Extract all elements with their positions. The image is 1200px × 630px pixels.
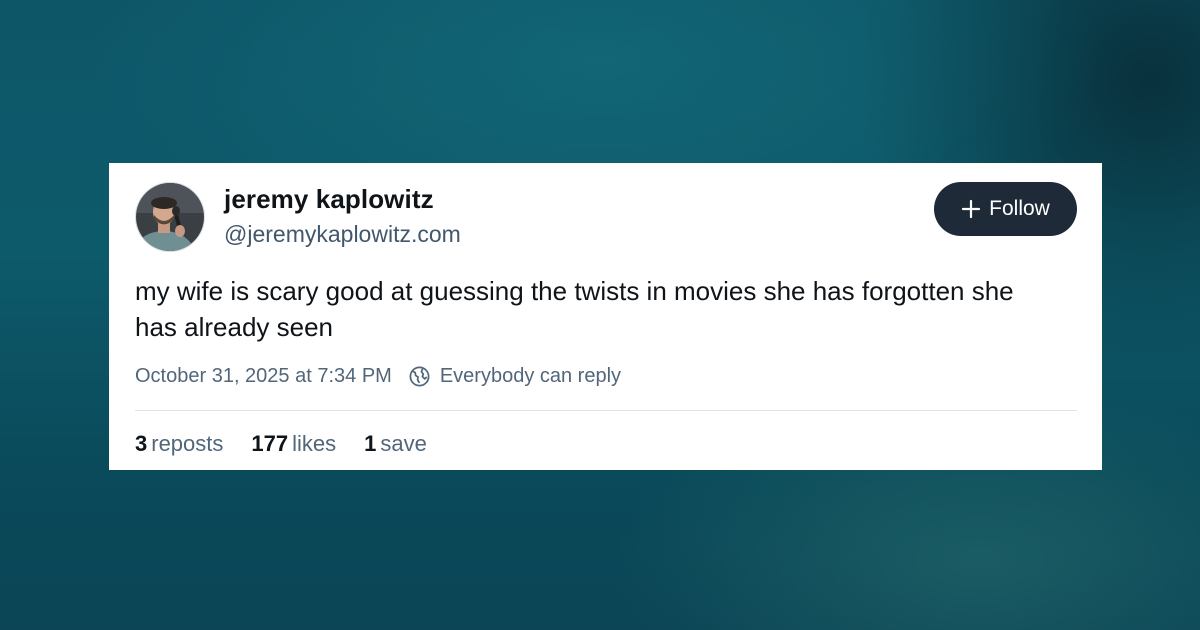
post-text: my wife is scary good at guessing the tw…	[135, 276, 1014, 342]
author-handle[interactable]: @jeremykaplowitz.com	[224, 221, 461, 248]
saves-label: save	[380, 431, 427, 456]
globe-icon	[408, 365, 431, 388]
avatar[interactable]	[135, 182, 205, 252]
reposts-stat[interactable]: 3 reposts	[135, 431, 223, 457]
follow-button[interactable]: Follow	[934, 182, 1077, 236]
likes-stat[interactable]: 177 likes	[251, 431, 336, 457]
post-timestamp[interactable]: October 31, 2025 at 7:34 PM	[135, 365, 392, 388]
divider	[135, 410, 1077, 411]
reply-setting-label: Everybody can reply	[439, 365, 622, 387]
plus-icon	[961, 199, 981, 219]
reposts-count: 3	[135, 431, 148, 456]
post-meta: October 31, 2025 at 7:34 PM Everybody ca…	[135, 365, 621, 388]
avatar-photo	[136, 183, 204, 251]
reply-setting: Everybody can reply	[408, 365, 621, 388]
follow-button-label: Follow	[989, 197, 1050, 220]
author-display-name[interactable]: jeremy kaplowitz	[224, 184, 434, 215]
likes-label: likes	[292, 431, 337, 456]
post-stats: 3 reposts 177 likes 1 save	[135, 431, 455, 457]
saves-count: 1	[364, 431, 377, 456]
likes-count: 177	[251, 431, 289, 456]
saves-stat[interactable]: 1 save	[364, 431, 427, 457]
post-card: jeremy kaplowitz @jeremykaplowitz.com Fo…	[109, 163, 1102, 470]
reposts-label: reposts	[151, 431, 224, 456]
